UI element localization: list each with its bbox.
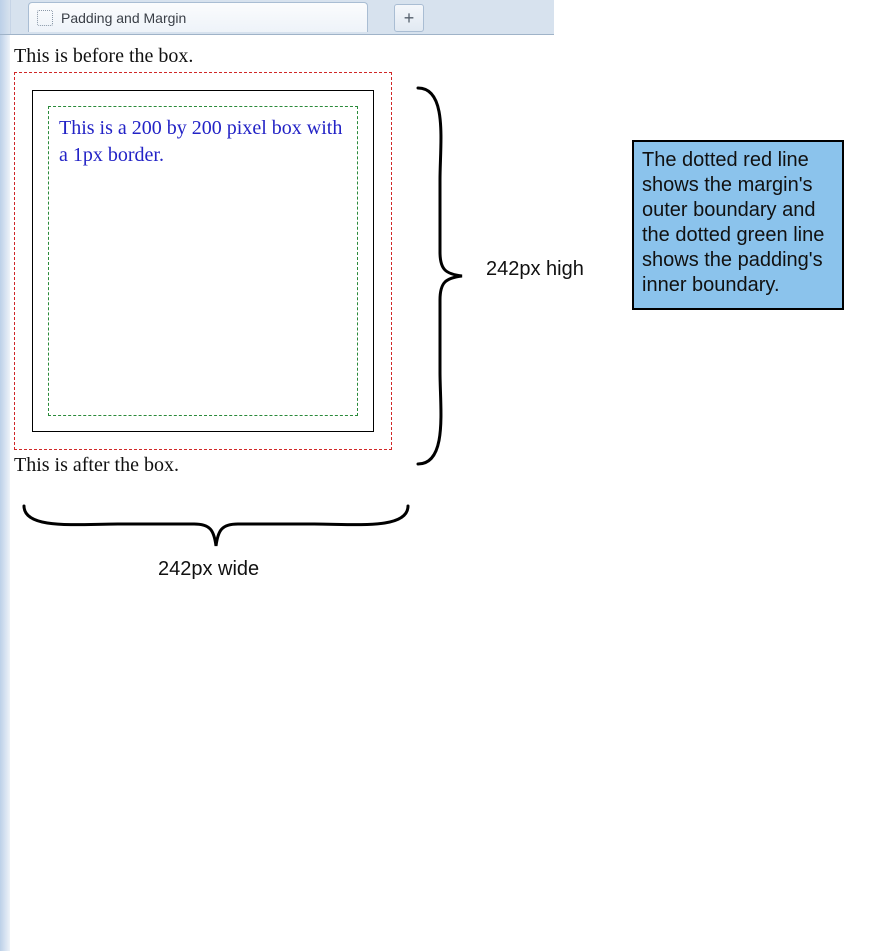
explanation-callout: The dotted red line shows the margin's o…: [632, 140, 844, 310]
plus-icon: +: [404, 9, 415, 27]
page-content: This is before the box. This is a 200 by…: [0, 35, 554, 481]
text-after-box: This is after the box.: [14, 454, 554, 477]
page-icon: [37, 10, 53, 26]
padding-outline: This is a 200 by 200 pixel box with a 1p…: [48, 106, 358, 416]
browser-tab[interactable]: Padding and Margin: [28, 2, 368, 32]
height-label: 242px high: [486, 258, 584, 281]
tab-strip-left-edge: [0, 0, 11, 34]
margin-outline: This is a 200 by 200 pixel box with a 1p…: [14, 72, 392, 450]
content-left-edge: [0, 35, 10, 951]
width-label: 242px wide: [158, 558, 259, 581]
width-brace-icon: [18, 500, 414, 554]
document-body: This is before the box. This is a 200 by…: [14, 35, 554, 477]
new-tab-button[interactable]: +: [394, 4, 424, 32]
text-before-box: This is before the box.: [14, 45, 554, 68]
browser-tab-title: Padding and Margin: [61, 10, 186, 26]
height-brace-icon: [410, 84, 470, 468]
border-outline: This is a 200 by 200 pixel box with a 1p…: [32, 90, 374, 432]
browser-tab-strip: Padding and Margin +: [0, 0, 554, 35]
box-content-text: This is a 200 by 200 pixel box with a 1p…: [59, 115, 347, 169]
